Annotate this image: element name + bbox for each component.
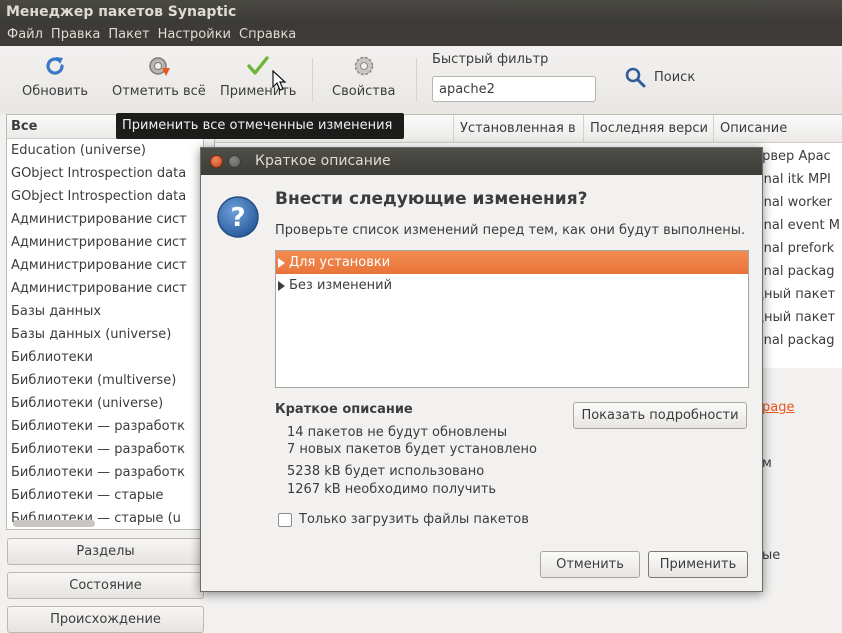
- change-group-item[interactable]: Без изменений: [276, 274, 748, 297]
- menu-package[interactable]: Пакет: [105, 24, 152, 46]
- gear-icon: [354, 56, 373, 76]
- summary-line: 5238 kB будет использовано: [287, 464, 485, 479]
- menu-file[interactable]: Файл: [4, 24, 46, 46]
- close-icon[interactable]: [210, 155, 223, 168]
- dialog-titlebar: Краткое описание: [201, 148, 762, 175]
- apply-tooltip: Применить все отмеченные изменения: [116, 113, 404, 139]
- section-item[interactable]: Библиотеки (multiverse): [7, 369, 203, 392]
- section-item[interactable]: GObject Introspection data: [7, 162, 203, 185]
- search-button[interactable]: Поиск: [624, 66, 695, 88]
- dialog-heading: Внести следующие изменения?: [275, 189, 588, 209]
- change-group-label: Для установки: [289, 255, 391, 270]
- properties-label: Свойства: [332, 84, 396, 99]
- summary-line: 14 пакетов не будут обновлены: [287, 425, 508, 440]
- details-text: ые: [762, 548, 781, 563]
- summary-title: Краткое описание: [275, 402, 413, 417]
- section-item[interactable]: Библиотеки — старые: [7, 484, 203, 507]
- expander-icon[interactable]: [278, 257, 285, 268]
- toolbar-separator: [312, 58, 313, 102]
- column-latest-version[interactable]: Последняя верси: [583, 115, 713, 143]
- origin-button[interactable]: Происхождение: [7, 606, 204, 633]
- summary-line: 7 новых пакетов будет установлено: [287, 442, 537, 457]
- section-item[interactable]: Библиотеки — разработк: [7, 438, 203, 461]
- section-item[interactable]: Education (universe): [7, 139, 203, 162]
- homepage-link[interactable]: page: [762, 400, 794, 415]
- mouse-pointer-icon: [272, 70, 286, 91]
- sections-list: Все Education (universe) GObject Introspe…: [6, 114, 204, 530]
- search-icon: [625, 67, 646, 88]
- section-item[interactable]: Базы данных: [7, 300, 203, 323]
- menu-bar: Файл Правка Пакет Настройки Справка: [0, 24, 842, 46]
- section-item[interactable]: Библиотеки: [7, 346, 203, 369]
- column-description[interactable]: Описание: [713, 115, 842, 143]
- expander-icon[interactable]: [278, 280, 285, 291]
- cancel-button[interactable]: Отменить: [540, 551, 640, 578]
- question-icon: ?: [217, 196, 259, 238]
- toolbar: Обновить Отметить всё Применить Свойства…: [0, 46, 842, 114]
- menu-edit[interactable]: Правка: [48, 24, 103, 46]
- menu-settings[interactable]: Настройки: [155, 24, 234, 46]
- show-details-button[interactable]: Показать подробности: [573, 402, 747, 429]
- search-label: Поиск: [654, 69, 696, 85]
- section-item[interactable]: Администрирование сист: [7, 254, 203, 277]
- section-item[interactable]: Библиотеки — разработк: [7, 415, 203, 438]
- reload-button[interactable]: Обновить: [22, 52, 88, 99]
- dialog-title: Краткое описание: [255, 153, 391, 169]
- horizontal-scrollbar[interactable]: [13, 520, 95, 527]
- quick-filter-input[interactable]: [432, 76, 596, 102]
- sections-items: Education (universe) GObject Introspectio…: [7, 139, 203, 529]
- dialog-subtitle: Проверьте список изменений перед тем, ка…: [275, 223, 746, 238]
- change-group-item[interactable]: Для установки: [276, 251, 748, 274]
- window-title: Менеджер пакетов Synaptic: [0, 0, 842, 24]
- section-item[interactable]: Библиотеки — разработк: [7, 461, 203, 484]
- section-item[interactable]: GObject Introspection data: [7, 185, 203, 208]
- status-button[interactable]: Состояние: [7, 572, 204, 599]
- dialog-apply-button[interactable]: Применить: [648, 551, 748, 578]
- apply-checkmark-icon: [247, 56, 269, 75]
- summary-line: 1267 kB необходимо получить: [287, 482, 497, 497]
- download-only-option[interactable]: Только загрузить файлы пакетов: [278, 512, 529, 527]
- mark-all-icon: [149, 57, 170, 76]
- section-item[interactable]: Базы данных (universe): [7, 323, 203, 346]
- toolbar-separator: [416, 58, 417, 102]
- mark-all-label: Отметить всё: [112, 84, 206, 99]
- svg-text:?: ?: [230, 203, 245, 233]
- details-text: м: [762, 456, 772, 471]
- reload-label: Обновить: [22, 84, 89, 99]
- sections-button[interactable]: Разделы: [7, 538, 204, 565]
- changes-list: Для установки Без изменений: [275, 250, 749, 388]
- download-only-label: Только загрузить файлы пакетов: [299, 512, 529, 527]
- section-item[interactable]: Администрирование сист: [7, 208, 203, 231]
- section-item[interactable]: Администрирование сист: [7, 277, 203, 300]
- menu-help[interactable]: Справка: [236, 24, 299, 46]
- section-item[interactable]: Администрирование сист: [7, 231, 203, 254]
- reload-icon: [46, 57, 64, 75]
- section-item[interactable]: Библиотеки (universe): [7, 392, 203, 415]
- quick-filter-label: Быстрый фильтр: [432, 52, 549, 67]
- summary-dialog: Краткое описание ? Внести следующие изме…: [200, 147, 763, 592]
- download-only-checkbox[interactable]: [278, 512, 292, 527]
- properties-button[interactable]: Свойства: [332, 52, 396, 99]
- minimize-icon[interactable]: [228, 155, 241, 168]
- column-installed-version[interactable]: Установленная в: [453, 115, 587, 143]
- change-group-label: Без изменений: [289, 278, 393, 293]
- mark-all-button[interactable]: Отметить всё: [112, 52, 206, 99]
